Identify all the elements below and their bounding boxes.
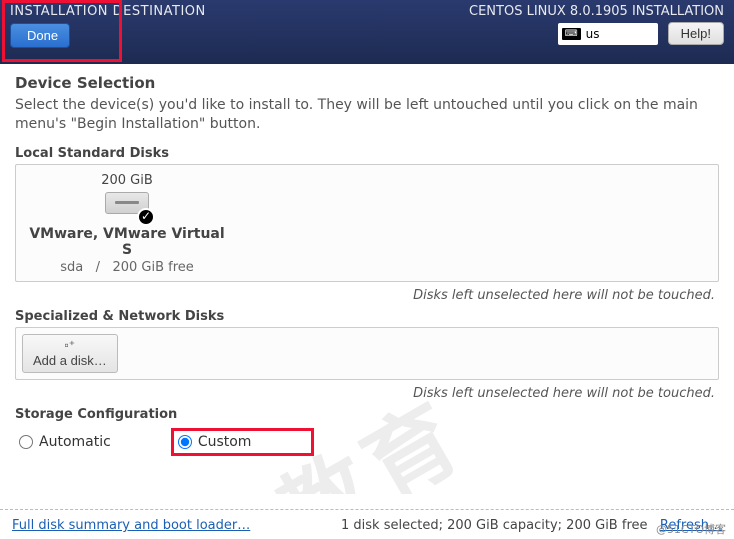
distro-label: CENTOS LINUX 8.0.1905 INSTALLATION: [469, 4, 724, 19]
keyboard-icon: ⌨: [562, 28, 581, 40]
device-selection-heading: Device Selection: [15, 74, 719, 92]
network-disks-note: Disks left unselected here will not be t…: [19, 386, 715, 401]
automatic-radio-input[interactable]: [19, 435, 33, 449]
local-disks-note: Disks left unselected here will not be t…: [19, 288, 715, 303]
custom-radio[interactable]: Custom: [171, 428, 315, 456]
keyboard-layout-selector[interactable]: ⌨ us: [558, 23, 658, 45]
help-button[interactable]: Help!: [668, 22, 724, 45]
disk-size: 200 GiB: [22, 173, 232, 188]
done-button[interactable]: Done: [10, 23, 70, 48]
disk-item[interactable]: 200 GiB VMware, VMware Virtual S sda / 2…: [22, 173, 232, 275]
local-disks-heading: Local Standard Disks: [15, 146, 719, 161]
automatic-radio[interactable]: Automatic: [19, 434, 111, 450]
add-disk-button[interactable]: ▫⁺ Add a disk…: [22, 334, 118, 373]
bottom-bar: Full disk summary and boot loader… 1 dis…: [0, 509, 734, 539]
credit-label: @51CTO博客: [656, 521, 726, 537]
add-disk-icon: ▫⁺: [65, 339, 76, 351]
storage-config-heading: Storage Configuration: [15, 407, 719, 422]
disk-meta: sda / 200 GiB free: [22, 260, 232, 275]
disk-name: VMware, VMware Virtual S: [22, 226, 232, 258]
keyboard-layout-label: us: [586, 27, 600, 41]
device-selection-description: Select the device(s) you'd like to insta…: [15, 96, 719, 134]
storage-config-row: Automatic Custom: [15, 428, 719, 456]
local-disks-box: 200 GiB VMware, VMware Virtual S sda / 2…: [15, 164, 719, 282]
custom-radio-label: Custom: [198, 434, 252, 450]
custom-radio-input[interactable]: [178, 435, 192, 449]
disk-status: 1 disk selected; 200 GiB capacity; 200 G…: [341, 518, 647, 533]
top-bar: INSTALLATION DESTINATION Done CENTOS LIN…: [0, 0, 734, 64]
network-disks-box: ▫⁺ Add a disk…: [15, 327, 719, 380]
check-icon: [137, 208, 155, 226]
main-content: Device Selection Select the device(s) yo…: [0, 64, 734, 494]
network-disks-heading: Specialized & Network Disks: [15, 309, 719, 324]
page-title: INSTALLATION DESTINATION: [10, 4, 206, 19]
hard-disk-icon: [105, 192, 149, 220]
disk-summary-link[interactable]: Full disk summary and boot loader…: [12, 518, 250, 533]
add-disk-label: Add a disk…: [33, 353, 107, 368]
automatic-radio-label: Automatic: [39, 434, 111, 450]
